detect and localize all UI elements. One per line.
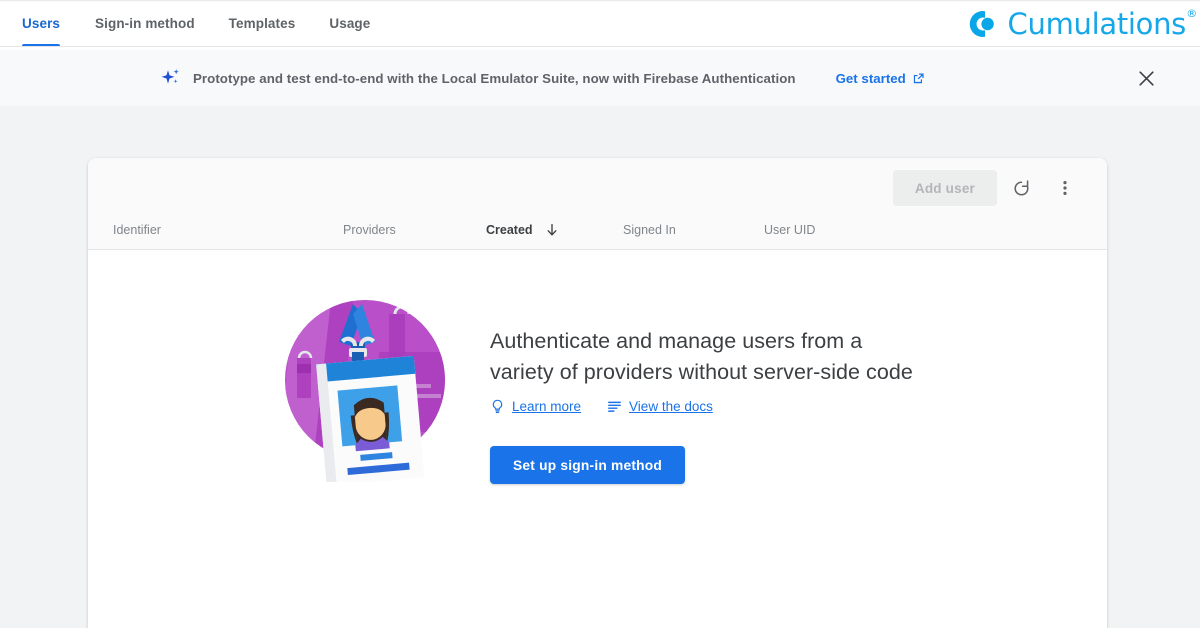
empty-state-copy: Authenticate and manage users from a var… bbox=[490, 292, 930, 484]
tab-templates-label: Templates bbox=[228, 16, 296, 31]
tab-users-label: Users bbox=[22, 16, 61, 31]
brand-logo: Cumulations ® bbox=[968, 3, 1198, 45]
column-header-identifier-label: Identifier bbox=[113, 223, 161, 237]
close-icon bbox=[1138, 70, 1154, 86]
learn-more-label: Learn more bbox=[512, 399, 582, 414]
tab-usage-label: Usage bbox=[329, 16, 371, 31]
set-up-sign-in-method-button[interactable]: Set up sign-in method bbox=[490, 446, 686, 484]
top-bar: Users Sign-in method Templates Usage Cum… bbox=[0, 0, 1200, 50]
banner-close-button[interactable] bbox=[1133, 65, 1159, 91]
more-vert-icon bbox=[1063, 181, 1067, 195]
sparkle-icon bbox=[161, 69, 179, 84]
empty-state-content: Authenticate and manage users from a var… bbox=[283, 292, 930, 484]
brand-name-wrap: Cumulations ® bbox=[1007, 6, 1198, 41]
refresh-icon bbox=[1013, 179, 1028, 196]
more-options-button[interactable] bbox=[1045, 168, 1085, 208]
tab-sign-in-method[interactable]: Sign-in method bbox=[78, 0, 212, 47]
promo-banner-text: Prototype and test end-to-end with the L… bbox=[193, 70, 796, 86]
get-started-link[interactable]: Get started bbox=[836, 71, 925, 86]
tabs-divider bbox=[0, 46, 1200, 47]
learn-more-link[interactable]: Learn more bbox=[490, 399, 581, 414]
column-header-user-uid[interactable]: User UID bbox=[764, 223, 815, 237]
column-header-providers-label: Providers bbox=[343, 223, 396, 237]
primary-tabs: Users Sign-in method Templates Usage bbox=[0, 0, 387, 47]
empty-state-title: Authenticate and manage users from a var… bbox=[490, 329, 913, 384]
page-root: Users Sign-in method Templates Usage Cum… bbox=[0, 0, 1200, 628]
document-lines-icon bbox=[608, 401, 621, 412]
column-header-providers[interactable]: Providers bbox=[343, 223, 396, 237]
registered-mark: ® bbox=[1186, 6, 1197, 20]
refresh-button[interactable] bbox=[1001, 168, 1041, 208]
column-header-user-uid-label: User UID bbox=[764, 223, 816, 237]
view-docs-label: View the docs bbox=[629, 399, 713, 414]
tab-sign-in-method-label: Sign-in method bbox=[95, 16, 195, 31]
column-header-signed-in-label: Signed In bbox=[623, 223, 676, 237]
column-header-identifier[interactable]: Identifier bbox=[113, 223, 161, 237]
column-header-created[interactable]: Created bbox=[486, 223, 559, 237]
table-header-row: Identifier Providers Created Signed In U… bbox=[88, 218, 1107, 250]
tab-templates[interactable]: Templates bbox=[212, 0, 313, 47]
cumulations-c-mark-icon bbox=[969, 11, 994, 37]
empty-state-links: Learn more View the docs bbox=[490, 399, 930, 414]
column-header-created-label: Created bbox=[486, 223, 533, 237]
add-user-button[interactable]: Add user bbox=[892, 170, 997, 206]
promo-banner-content: Prototype and test end-to-end with the L… bbox=[160, 67, 925, 89]
get-started-label: Get started bbox=[835, 70, 906, 86]
view-docs-link[interactable]: View the docs bbox=[607, 399, 713, 414]
arrow-down-icon bbox=[547, 223, 557, 236]
tab-users[interactable]: Users bbox=[0, 0, 78, 47]
brand-name: Cumulations bbox=[1007, 6, 1187, 41]
tab-usage[interactable]: Usage bbox=[312, 0, 387, 47]
promo-banner: Prototype and test end-to-end with the L… bbox=[0, 50, 1200, 106]
users-card: Add user Identifier Providers Created Si… bbox=[88, 158, 1107, 628]
lightbulb-icon bbox=[492, 399, 503, 413]
id-badge-illustration bbox=[285, 300, 445, 482]
external-link-icon bbox=[913, 72, 924, 83]
empty-state: Authenticate and manage users from a var… bbox=[88, 250, 1107, 628]
column-header-signed-in[interactable]: Signed In bbox=[623, 223, 676, 237]
card-toolbar: Add user bbox=[88, 158, 1107, 218]
